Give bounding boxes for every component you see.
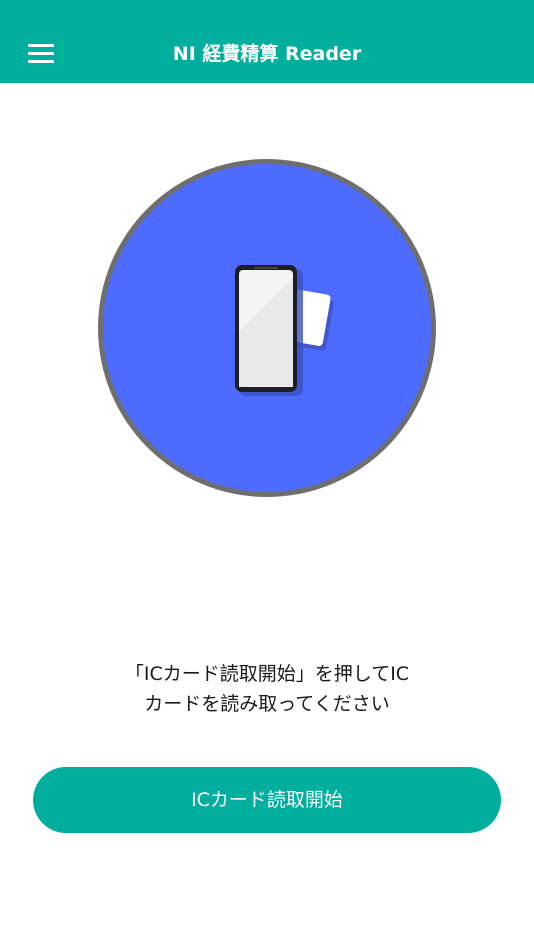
hamburger-menu-icon[interactable] [20,36,62,72]
menu-bar [28,52,54,55]
menu-bar [28,44,54,47]
instruction-line-2: カードを読み取ってください [144,693,390,715]
menu-bar [28,60,54,63]
instruction-line-1: 「ICカード読取開始」を押してIC [124,663,410,685]
smartphone-icon [235,265,297,392]
start-ic-card-read-button[interactable]: ICカード読取開始 [33,767,501,833]
page-title: NI 経費精算 Reader [172,43,362,65]
app-screen: NI 経費精算 Reader 「ICカード読取開始」を押してIC カードを読み取… [0,0,534,950]
phone-ic-card-tap-icon [96,157,438,499]
app-header: NI 経費精算 Reader [0,0,534,83]
instruction-text: 「ICカード読取開始」を押してIC カードを読み取ってください [40,659,494,719]
